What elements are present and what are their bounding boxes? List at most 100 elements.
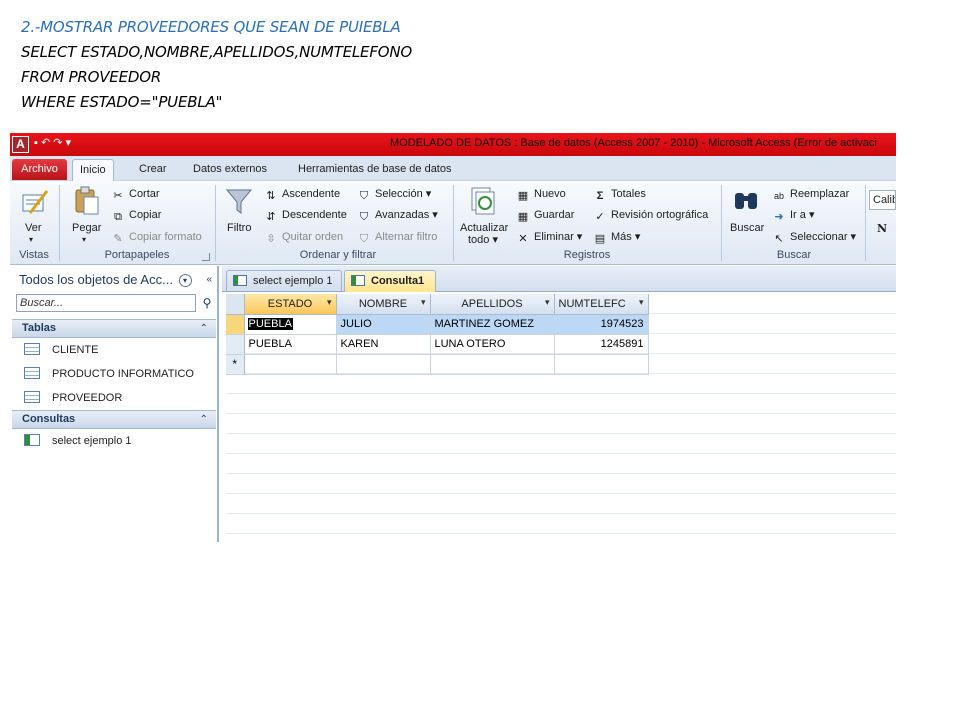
seleccionar-button[interactable]: ↖ Seleccionar ▾ — [772, 230, 856, 245]
actualizar-todo-label[interactable]: todo ▾ — [468, 233, 498, 247]
ascendente-button[interactable]: ⇅ Ascendente — [264, 187, 340, 202]
row-selector[interactable] — [226, 314, 245, 335]
row-selector[interactable] — [226, 334, 245, 355]
new-record-row[interactable]: * — [226, 354, 649, 375]
nav-item-cliente[interactable]: CLIENTE — [24, 341, 98, 359]
doc-tab-consulta1[interactable]: Consulta1 — [344, 270, 436, 292]
ir-a-button[interactable]: ➜ Ir a ▾ — [772, 208, 814, 223]
ribbon-tabs: Archivo Inicio Crear Datos externos Herr… — [10, 156, 896, 181]
table-row[interactable]: PUEBLA JULIO MARTINEZ GOMEZ 1974523 — [226, 314, 649, 335]
chevron-down-icon[interactable]: ▾ — [178, 274, 192, 287]
collapse-chevron-icon[interactable]: ⌃ — [200, 411, 208, 428]
new-record-asterisk-icon[interactable]: * — [226, 354, 245, 375]
nav-item-select-ejemplo-1[interactable]: select ejemplo 1 — [24, 432, 132, 450]
cortar-button[interactable]: ✂ Cortar — [111, 187, 159, 202]
redo-icon[interactable]: ↷ — [53, 137, 62, 149]
cell-estado[interactable]: PUEBLA — [244, 314, 337, 335]
advanced-filter-icon: ⛉ — [359, 211, 369, 223]
select-cursor-icon: ↖ — [774, 233, 784, 245]
cell-numtelefono[interactable]: 1245891 — [554, 334, 649, 355]
column-dropdown-icon[interactable]: ▾ — [327, 297, 332, 308]
customize-qat-icon[interactable]: ▾ — [66, 137, 72, 149]
column-dropdown-icon[interactable]: ▾ — [639, 297, 644, 308]
group-separator — [215, 185, 216, 261]
sql-line-select: SELECT ESTADO,NOMBRE,APELLIDOS,NUMTELEFO… — [21, 43, 412, 61]
format-painter-icon: ✎ — [113, 233, 123, 245]
doc-tab-select-ejemplo-1[interactable]: select ejemplo 1 — [226, 270, 342, 292]
query-icon — [351, 275, 365, 286]
cell-apellidos[interactable]: LUNA OTERO — [430, 334, 555, 355]
access-logo-icon[interactable]: A — [12, 136, 29, 153]
save-record-icon: ▦ — [517, 211, 529, 223]
binoculars-icon[interactable] — [732, 187, 760, 215]
column-dropdown-icon[interactable]: ▾ — [545, 297, 550, 308]
table-row[interactable]: PUEBLA KAREN LUNA OTERO 1245891 — [226, 334, 649, 355]
nav-section-tablas[interactable]: Tablas ⌃ — [12, 319, 216, 338]
reemplazar-button[interactable]: ab Reemplazar — [772, 187, 849, 202]
toggle-filter-icon: ⛉ — [359, 233, 369, 245]
tab-archivo[interactable]: Archivo — [12, 159, 67, 180]
totales-button[interactable]: Σ Totales — [593, 187, 646, 202]
revision-button[interactable]: ✓ Revisión ortográfica — [593, 208, 708, 223]
cell-apellidos[interactable] — [430, 354, 555, 375]
save-icon[interactable]: ▪ — [34, 137, 38, 149]
nav-pane-header[interactable]: Todos los objetos de Acc... ▾ « — [14, 270, 216, 290]
view-design-icon[interactable] — [20, 187, 50, 217]
navigation-pane: Todos los objetos de Acc... ▾ « Buscar..… — [10, 266, 219, 542]
seleccion-button[interactable]: ⛉ Selección ▾ — [357, 187, 431, 202]
ver-dropdown-icon[interactable]: ▾ — [29, 233, 33, 247]
undo-icon[interactable]: ↶ — [41, 137, 50, 149]
cell-apellidos[interactable]: MARTINEZ GOMEZ — [430, 314, 555, 335]
guardar-button[interactable]: ▦ Guardar — [516, 208, 575, 223]
alternar-filtro-button[interactable]: ⛉ Alternar filtro — [357, 230, 437, 245]
column-header-nombre[interactable]: NOMBRE ▾ — [336, 294, 431, 315]
copiar-button[interactable]: ⧉ Copiar — [111, 208, 161, 223]
cell-nombre[interactable]: JULIO — [336, 314, 431, 335]
tab-crear[interactable]: Crear — [132, 159, 174, 181]
buscar-button[interactable]: Buscar — [730, 221, 764, 235]
search-icon[interactable]: ⚲ — [198, 294, 216, 312]
datasheet-header-row: ESTADO ▾ NOMBRE ▾ APELLIDOS ▾ NUMTELEFC ▾ — [226, 294, 649, 315]
nav-search-input[interactable]: Buscar... — [16, 294, 196, 312]
group-separator — [721, 185, 722, 261]
copiar-formato-button[interactable]: ✎ Copiar formato — [111, 230, 201, 245]
cell-numtelefono[interactable] — [554, 354, 649, 375]
cell-nombre[interactable] — [336, 354, 431, 375]
avanzadas-button[interactable]: ⛉ Avanzadas ▾ — [357, 208, 438, 223]
new-record-icon: ▦ — [517, 190, 529, 202]
collapse-chevron-icon[interactable]: ⌃ — [200, 320, 208, 337]
cell-nombre[interactable]: KAREN — [336, 334, 431, 355]
refresh-all-icon[interactable] — [469, 185, 497, 217]
tab-inicio[interactable]: Inicio — [72, 159, 114, 181]
select-all-corner[interactable] — [226, 294, 245, 315]
tab-datos-externos[interactable]: Datos externos — [186, 159, 274, 181]
descendente-button[interactable]: ⇵ Descendente — [264, 208, 346, 223]
document-area: select ejemplo 1 Consulta1 ESTADO ▾ NOMBR… — [222, 266, 896, 542]
pegar-dropdown-icon[interactable]: ▾ — [82, 233, 86, 247]
nav-item-proveedor[interactable]: PROVEEDOR — [24, 389, 122, 407]
bold-button[interactable]: N — [877, 222, 887, 236]
quitar-orden-button[interactable]: ⇳ Quitar orden — [264, 230, 343, 245]
dialog-launcher-icon[interactable] — [202, 253, 210, 261]
filter-funnel-icon[interactable] — [224, 186, 254, 216]
font-name-select[interactable]: Calib — [869, 190, 896, 210]
nuevo-button[interactable]: ▦ Nuevo — [516, 187, 566, 202]
column-header-estado[interactable]: ESTADO ▾ — [244, 294, 337, 315]
cell-numtelefono[interactable]: 1974523 — [554, 314, 649, 335]
filtro-button[interactable]: Filtro — [227, 221, 251, 235]
column-header-apellidos[interactable]: APELLIDOS ▾ — [430, 294, 555, 315]
column-dropdown-icon[interactable]: ▾ — [421, 297, 426, 308]
mas-button[interactable]: ▤ Más ▾ — [593, 230, 641, 245]
pegar-button[interactable]: Pegar — [72, 221, 101, 235]
cell-estado[interactable]: PUEBLA — [244, 334, 337, 355]
paste-icon[interactable] — [72, 185, 102, 217]
selection-filter-icon: ⛉ — [359, 190, 369, 202]
nav-section-consultas[interactable]: Consultas ⌃ — [12, 410, 216, 429]
collapse-pane-icon[interactable]: « — [206, 270, 212, 290]
ver-button[interactable]: Ver — [25, 221, 42, 235]
eliminar-button[interactable]: ✕ Eliminar ▾ — [516, 230, 582, 245]
tab-herramientas[interactable]: Herramientas de base de datos — [291, 159, 458, 181]
cell-estado[interactable] — [244, 354, 337, 375]
column-header-numtelefono[interactable]: NUMTELEFC ▾ — [554, 294, 649, 315]
nav-item-producto-informatico[interactable]: PRODUCTO INFORMATICO — [24, 365, 194, 383]
